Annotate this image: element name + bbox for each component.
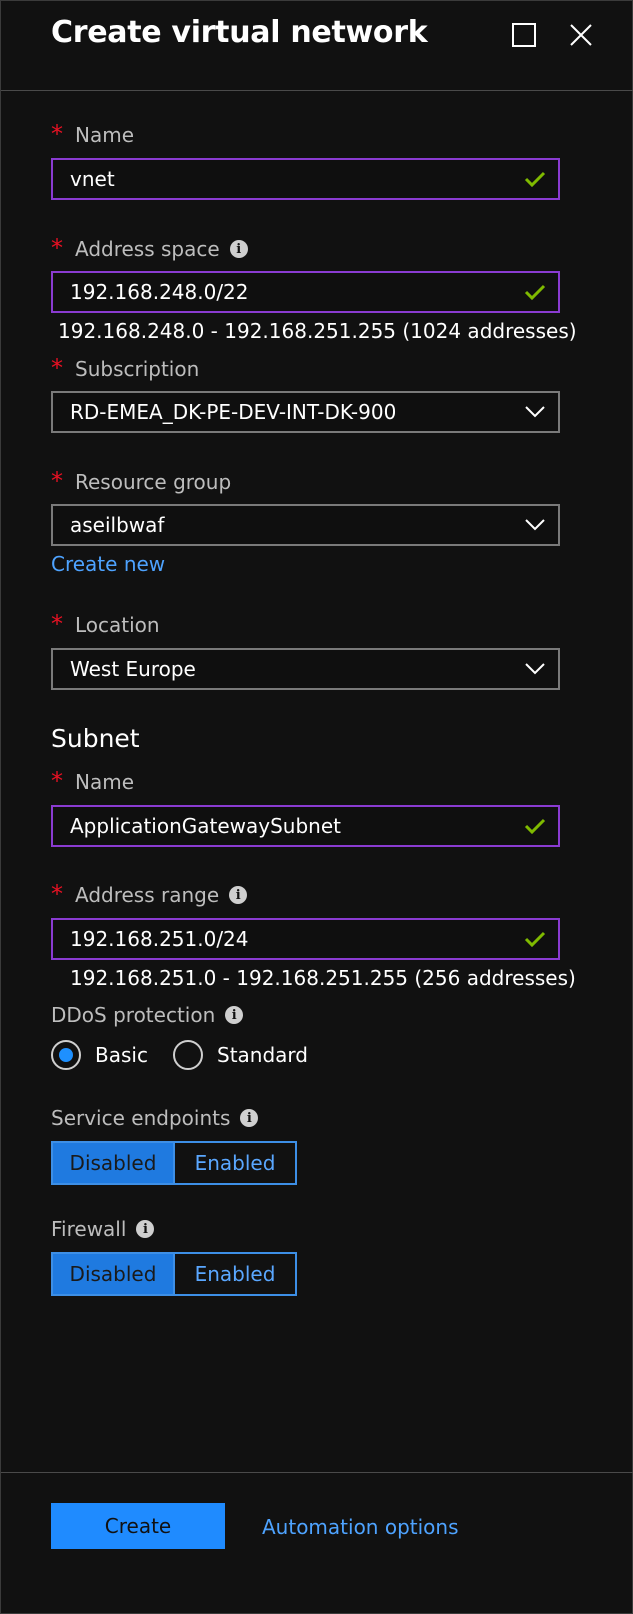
subnet-name-input[interactable]: ApplicationGatewaySubnet bbox=[51, 805, 560, 847]
close-button[interactable] bbox=[561, 15, 601, 55]
service-endpoints-toggle: Disabled Enabled bbox=[51, 1141, 297, 1185]
resource-group-select[interactable]: aseilbwaf bbox=[51, 504, 560, 546]
page-title: Create virtual network bbox=[51, 15, 428, 50]
ddos-standard-radio[interactable]: Standard bbox=[173, 1040, 308, 1070]
chevron-down-icon bbox=[512, 506, 558, 544]
address-space-hint: 192.168.248.0 - 192.168.251.255 (1024 ad… bbox=[58, 319, 577, 343]
name-input[interactable]: vnet bbox=[51, 158, 560, 200]
info-icon[interactable]: i bbox=[229, 886, 248, 904]
service-endpoints-label: Service endpoints i bbox=[51, 1106, 259, 1130]
address-space-input[interactable]: 192.168.248.0/22 bbox=[51, 271, 560, 313]
footer-divider bbox=[1, 1472, 633, 1473]
required-asterisk: * bbox=[51, 120, 63, 148]
valid-check-icon bbox=[512, 273, 558, 311]
maximize-button[interactable] bbox=[504, 15, 544, 55]
radio-unselected-icon bbox=[173, 1040, 203, 1070]
valid-check-icon bbox=[512, 160, 558, 198]
header-divider bbox=[1, 90, 633, 91]
create-new-link[interactable]: Create new bbox=[51, 552, 165, 576]
radio-selected-icon bbox=[51, 1040, 81, 1070]
info-icon[interactable]: i bbox=[229, 240, 248, 258]
automation-options-link[interactable]: Automation options bbox=[262, 1515, 459, 1539]
info-icon[interactable]: i bbox=[225, 1006, 244, 1024]
location-label: * Location bbox=[51, 610, 160, 638]
close-icon bbox=[570, 24, 592, 46]
name-label: * Name bbox=[51, 120, 135, 148]
location-select[interactable]: West Europe bbox=[51, 648, 560, 690]
chevron-down-icon bbox=[512, 650, 558, 688]
required-asterisk: * bbox=[51, 234, 63, 262]
address-range-input[interactable]: 192.168.251.0/24 bbox=[51, 918, 560, 960]
required-asterisk: * bbox=[51, 354, 63, 382]
firewall-enabled-option[interactable]: Enabled bbox=[173, 1254, 295, 1294]
valid-check-icon bbox=[512, 807, 558, 845]
maximize-icon bbox=[512, 23, 536, 47]
valid-check-icon bbox=[512, 920, 558, 958]
required-asterisk: * bbox=[51, 880, 63, 908]
required-asterisk: * bbox=[51, 610, 63, 638]
info-icon[interactable]: i bbox=[136, 1220, 155, 1238]
subscription-select[interactable]: RD-EMEA_DK-PE-DEV-INT-DK-900 bbox=[51, 391, 560, 433]
required-asterisk: * bbox=[51, 767, 63, 795]
ddos-basic-radio[interactable]: Basic bbox=[51, 1040, 148, 1070]
address-space-label: * Address space i bbox=[51, 234, 248, 263]
resource-group-label: * Resource group bbox=[51, 467, 232, 495]
firewall-disabled-option[interactable]: Disabled bbox=[53, 1254, 173, 1294]
ddos-protection-label: DDoS protection i bbox=[51, 1003, 244, 1027]
subscription-label: * Subscription bbox=[51, 354, 200, 382]
required-asterisk: * bbox=[51, 467, 63, 495]
info-icon[interactable]: i bbox=[240, 1109, 259, 1127]
firewall-toggle: Disabled Enabled bbox=[51, 1252, 297, 1296]
address-range-hint: 192.168.251.0 - 192.168.251.255 (256 add… bbox=[70, 966, 576, 990]
address-range-label: * Address range i bbox=[51, 880, 248, 909]
service-endpoints-disabled-option[interactable]: Disabled bbox=[53, 1143, 173, 1183]
subnet-name-label: * Name bbox=[51, 767, 135, 795]
create-button[interactable]: Create bbox=[51, 1503, 225, 1549]
firewall-label: Firewall i bbox=[51, 1217, 155, 1241]
create-vnet-blade: Create virtual network * Name vnet * Add… bbox=[0, 0, 633, 1614]
chevron-down-icon bbox=[512, 393, 558, 431]
subnet-heading: Subnet bbox=[51, 724, 140, 753]
service-endpoints-enabled-option[interactable]: Enabled bbox=[173, 1143, 295, 1183]
